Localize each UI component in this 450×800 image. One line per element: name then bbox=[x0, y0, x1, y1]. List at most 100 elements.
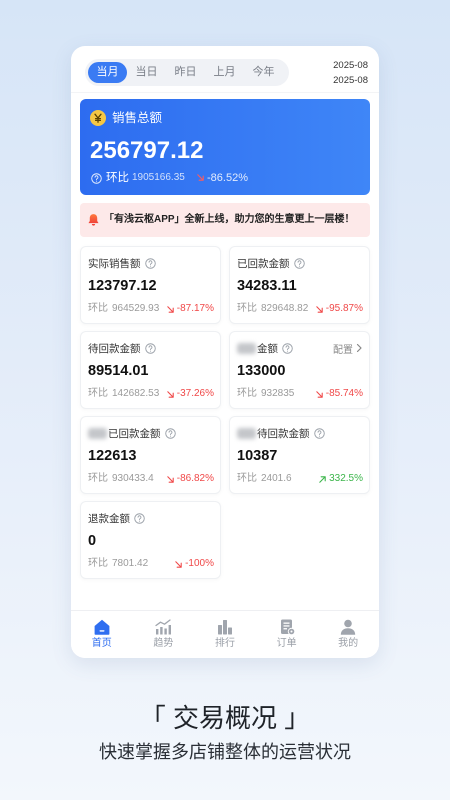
stat-card-custom-received: 已回款金额 122613 环比 930433.4 -86.82% bbox=[80, 416, 221, 494]
stat-card-refund: 退款金额 0 环比 7801.42 -100% bbox=[80, 501, 221, 579]
help-icon[interactable] bbox=[293, 257, 305, 269]
stat-label-row: 已回款金额 bbox=[237, 256, 305, 270]
stat-change: -85.74% bbox=[315, 387, 363, 401]
compare-label: 环比 bbox=[88, 388, 108, 399]
tabbar-label: 我的 bbox=[338, 638, 359, 649]
stat-label-row: 待回款金额 bbox=[88, 341, 156, 355]
stat-label: 待回款金额 bbox=[88, 342, 141, 355]
config-button[interactable]: 配置 bbox=[333, 341, 363, 356]
change-percent: -85.74% bbox=[325, 388, 363, 399]
compare-label: 环比 bbox=[237, 473, 257, 484]
stat-change: -95.87% bbox=[315, 302, 363, 316]
stat-value: 34283.11 bbox=[237, 278, 297, 294]
notice-banner[interactable]: 「有浅云枢APP」全新上线，助力您的生意更上一层楼！ bbox=[80, 203, 370, 237]
change-percent: -37.26% bbox=[176, 388, 214, 399]
compare-label: 环比 bbox=[237, 303, 257, 314]
change-percent: -86.82% bbox=[176, 473, 214, 484]
stat-label: 退款金额 bbox=[88, 512, 130, 525]
stat-compare: 环比 964529.93 bbox=[88, 302, 159, 316]
tabbar-label: 排行 bbox=[214, 638, 235, 649]
change-percent: -95.87% bbox=[325, 303, 363, 314]
compare-value: 932835 bbox=[261, 388, 295, 399]
redacted-text bbox=[88, 427, 107, 439]
config-label: 配置 bbox=[333, 344, 353, 356]
stat-card-custom-pending: 待回款金额 10387 环比 2401.6 332.5% bbox=[229, 416, 370, 494]
chevron-right-icon bbox=[356, 343, 362, 353]
compare-value: 2401.6 bbox=[261, 473, 292, 484]
summary-value: 256797.12 bbox=[90, 137, 204, 164]
help-icon[interactable] bbox=[134, 512, 145, 524]
tabbar-item-profile[interactable]: 我的 bbox=[317, 611, 379, 658]
trend-down-icon bbox=[316, 305, 323, 313]
stat-label-row: 金额 bbox=[237, 341, 293, 355]
compare-label: 环比 bbox=[88, 473, 108, 484]
change-percent: 332.5% bbox=[329, 473, 363, 484]
tabbar-item-ranking[interactable]: 排行 bbox=[194, 611, 256, 658]
ranking-icon bbox=[217, 620, 232, 635]
notice-text: 「有浅云枢APP」全新上线，助力您的生意更上一层楼！ bbox=[104, 214, 355, 225]
summary-change-percent: -86.52% bbox=[207, 172, 248, 184]
stat-label: 已回款金额 bbox=[237, 257, 290, 270]
compare-label: 环比 bbox=[88, 303, 108, 314]
change-percent: -100% bbox=[185, 558, 214, 569]
stat-card-custom-amount: 金额 配置 133000 环比 932835 -85.74% bbox=[229, 331, 370, 409]
compare-label: 环比 bbox=[88, 558, 108, 569]
tab-current-month[interactable]: 当月 bbox=[88, 62, 127, 83]
tab-today[interactable]: 当日 bbox=[127, 62, 166, 83]
stat-compare: 环比 930433.4 bbox=[88, 472, 154, 486]
redacted-text bbox=[237, 427, 256, 439]
sales-summary-card: 销售总额 256797.12 环比 1905166.35 -86.52% bbox=[80, 99, 370, 195]
order-icon bbox=[280, 619, 295, 636]
stat-card-received: 已回款金额 34283.11 环比 829648.82 -95.87% bbox=[229, 246, 370, 324]
help-icon[interactable] bbox=[313, 427, 325, 439]
stat-label: 待回款金额 bbox=[257, 427, 310, 440]
stat-compare: 环比 2401.6 bbox=[237, 472, 292, 486]
stat-label-row: 已回款金额 bbox=[88, 426, 176, 440]
stat-value: 10387 bbox=[237, 448, 278, 464]
user-icon bbox=[340, 619, 356, 635]
stat-value: 133000 bbox=[237, 363, 286, 379]
stat-label: 已回款金额 bbox=[108, 427, 161, 440]
tabbar-item-trend[interactable]: 趋势 bbox=[133, 611, 195, 658]
stat-value: 123797.12 bbox=[88, 278, 157, 294]
trend-down-icon bbox=[167, 305, 174, 313]
help-icon[interactable] bbox=[91, 172, 102, 184]
help-icon[interactable] bbox=[144, 342, 156, 354]
tab-this-year[interactable]: 今年 bbox=[244, 62, 283, 83]
redacted-text bbox=[237, 342, 256, 354]
stat-card-pending: 待回款金额 89514.01 环比 142682.53 -37.26% bbox=[80, 331, 221, 409]
summary-compare-value: 1905166.35 bbox=[132, 172, 185, 183]
stat-value: 0 bbox=[88, 533, 97, 549]
stat-value: 89514.01 bbox=[88, 363, 149, 379]
trend-down-icon bbox=[167, 390, 174, 398]
tabbar-item-orders[interactable]: 订单 bbox=[256, 611, 318, 658]
stat-change: -100% bbox=[174, 557, 214, 571]
tab-yesterday[interactable]: 昨日 bbox=[166, 62, 205, 83]
help-icon[interactable] bbox=[282, 342, 293, 354]
stat-change: -37.26% bbox=[166, 387, 214, 401]
trend-down-icon bbox=[197, 174, 204, 181]
help-icon[interactable] bbox=[164, 427, 176, 439]
caption-title: 「 交易概况 」 bbox=[139, 703, 311, 733]
compare-value: 7801.42 bbox=[112, 558, 149, 569]
date-start: 2025-08 bbox=[333, 60, 368, 71]
stat-change: -86.82% bbox=[166, 472, 214, 486]
stat-card-actual-sales: 实际销售额 123797.12 环比 964529.93 -87.17% bbox=[80, 246, 221, 324]
help-icon[interactable] bbox=[144, 257, 156, 269]
trend-down-icon bbox=[316, 390, 323, 398]
compare-value: 142682.53 bbox=[112, 388, 160, 399]
tabbar-item-home[interactable]: 首页 bbox=[71, 611, 133, 658]
stat-compare: 环比 932835 bbox=[237, 387, 294, 401]
app-frame: 当月 当日 昨日 上月 今年 2025-08 2025-08 销售总额 2567… bbox=[71, 46, 379, 658]
caption-subtitle: 快速掌握多店铺整体的运营状况 bbox=[99, 742, 351, 762]
stat-value: 122613 bbox=[88, 448, 137, 464]
compare-value: 829648.82 bbox=[261, 303, 309, 314]
yen-icon bbox=[90, 110, 106, 126]
date-range[interactable]: 2025-08 2025-08 bbox=[333, 58, 368, 88]
stat-label-row: 退款金额 bbox=[88, 511, 145, 525]
bell-icon bbox=[88, 213, 99, 226]
date-end: 2025-08 bbox=[333, 75, 368, 86]
stat-label-row: 待回款金额 bbox=[237, 426, 325, 440]
summary-title: 销售总额 bbox=[112, 111, 163, 125]
tab-last-month[interactable]: 上月 bbox=[205, 62, 244, 83]
